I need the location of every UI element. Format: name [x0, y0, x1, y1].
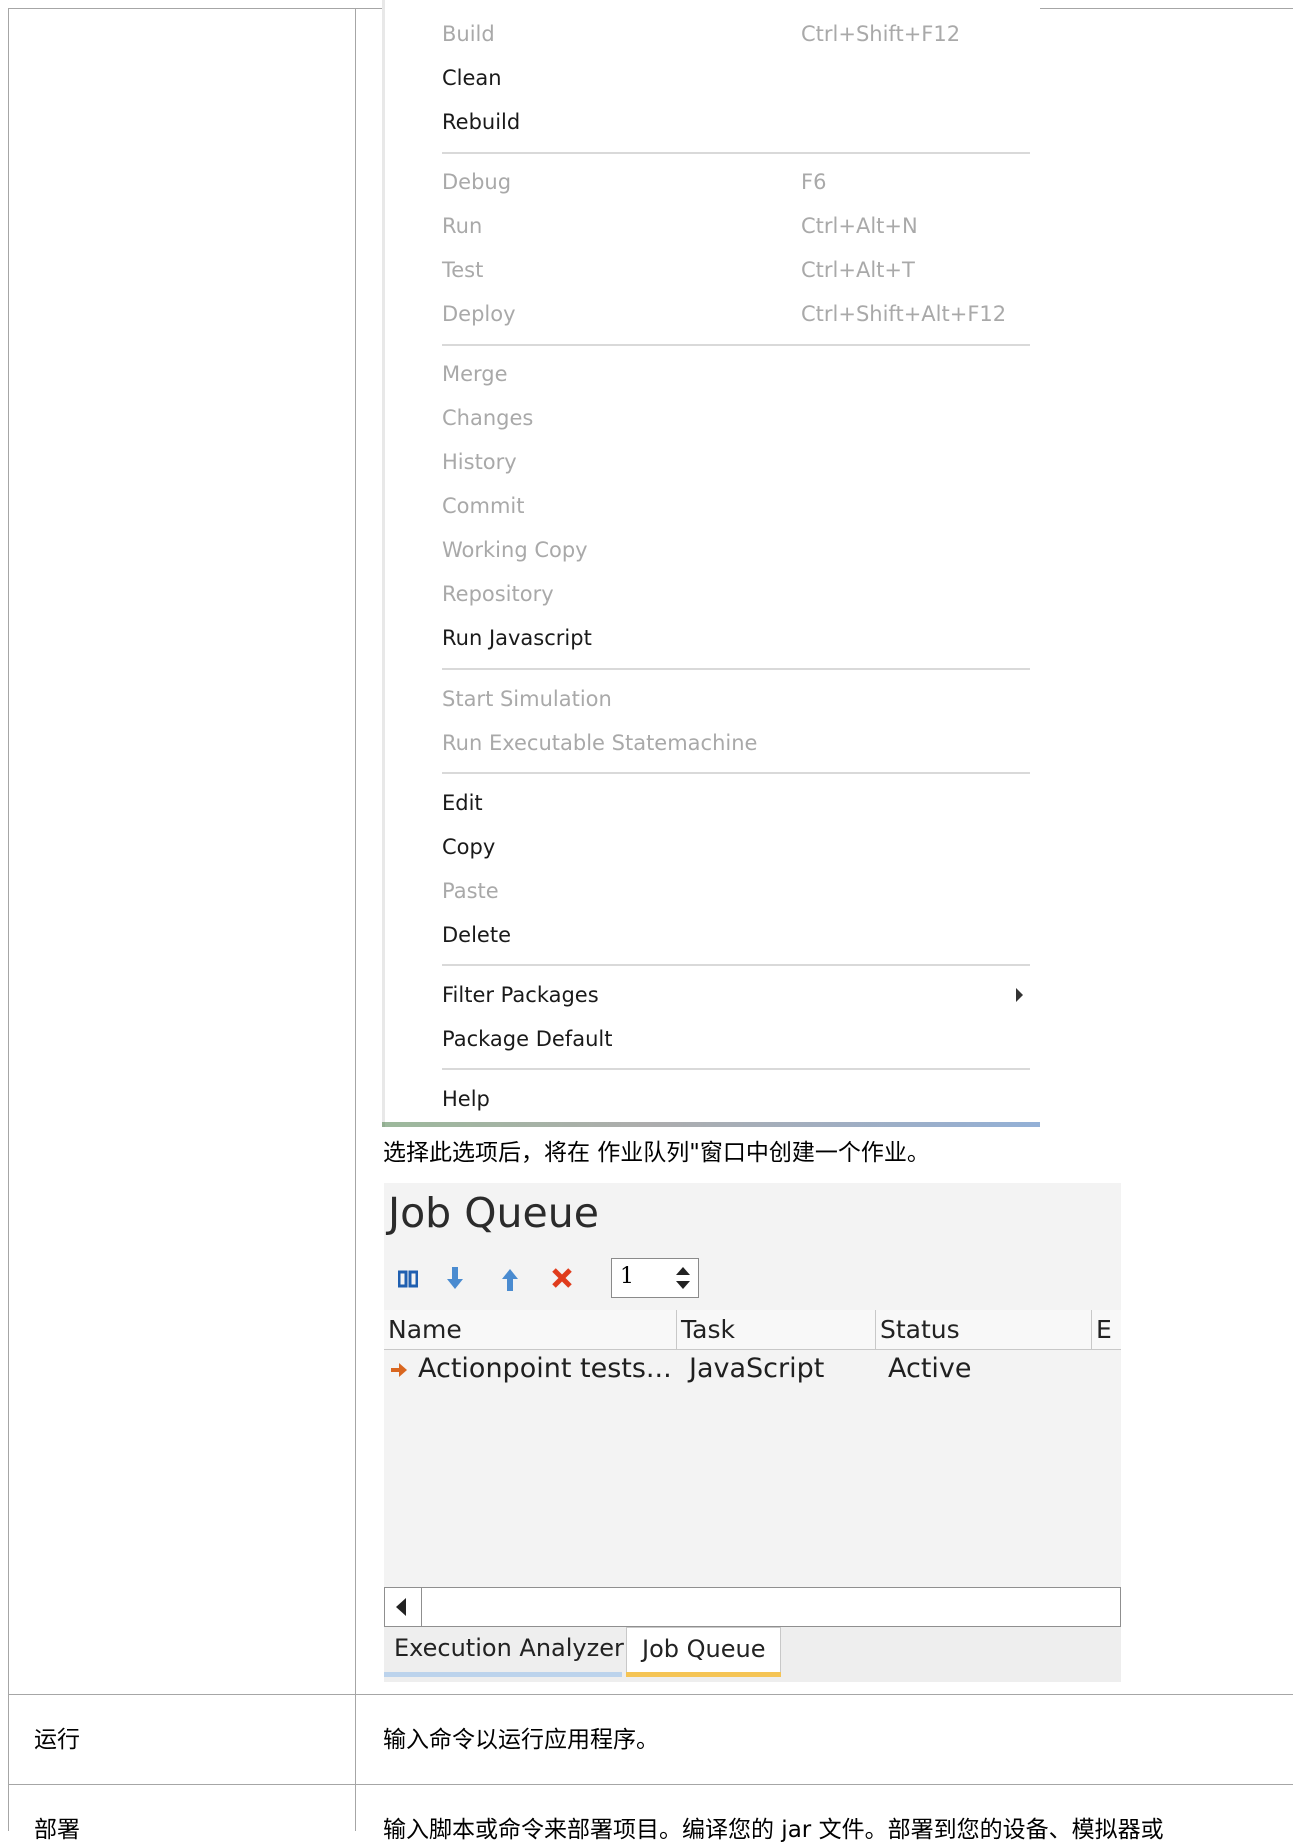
- panel-title: Job Queue: [388, 1189, 599, 1237]
- table-term-run: 运行: [34, 1727, 80, 1753]
- column-header-status[interactable]: Status: [876, 1310, 1092, 1350]
- menu-item-package-default[interactable]: Package Default: [442, 1026, 612, 1052]
- context-menu: Build Ctrl+Shift+F12 Clean Rebuild Debug…: [382, 0, 1040, 1127]
- menu-item-run-javascript[interactable]: Run Javascript: [442, 625, 592, 651]
- table-row-divider: [8, 1784, 1293, 1785]
- menu-item-paste: Paste: [442, 879, 499, 903]
- table-left-border: [8, 8, 9, 1831]
- table-description-deploy: 输入脚本或命令来部署项目。编译您的 jar 文件。部署到您的设备、模拟器或: [383, 1817, 1164, 1843]
- menu-item-start-simulation: Start Simulation: [442, 687, 612, 711]
- menu-item-delete[interactable]: Delete: [442, 922, 511, 948]
- job-queue-panel: Job Queue 1 Name Task Status E Actionpoi…: [384, 1183, 1121, 1682]
- horizontal-scrollbar[interactable]: [384, 1587, 1121, 1627]
- column-header-label: E: [1096, 1315, 1112, 1344]
- menu-shortcut-debug: F6: [801, 170, 827, 194]
- menu-item-deploy: Deploy: [442, 302, 516, 326]
- menu-separator: [442, 668, 1030, 670]
- spinner-value: 1: [620, 1264, 634, 1289]
- tab-job-queue[interactable]: Job Queue: [626, 1627, 781, 1677]
- table-description-run: 输入命令以运行应用程序。: [383, 1727, 659, 1753]
- tab-label: Execution Analyzer: [394, 1634, 624, 1662]
- menu-left-shadow: [382, 0, 385, 1127]
- menu-item-filter-packages[interactable]: Filter Packages: [442, 982, 599, 1008]
- current-job-arrow-icon: [390, 1362, 408, 1382]
- column-header-e[interactable]: E: [1092, 1310, 1121, 1350]
- tab-label: Job Queue: [642, 1635, 766, 1663]
- delete-x-icon[interactable]: [551, 1267, 573, 1296]
- scroll-left-button[interactable]: [385, 1588, 422, 1626]
- description-caption: 选择此选项后，将在 作业队列"窗口中创建一个作业。: [383, 1140, 930, 1166]
- job-task-cell: JavaScript: [689, 1353, 825, 1384]
- table-column-divider: [355, 8, 356, 1831]
- menu-shortcut-deploy: Ctrl+Shift+Alt+F12: [801, 302, 1007, 326]
- submenu-arrow-icon: [1016, 988, 1023, 1002]
- job-status-cell: Active: [888, 1353, 972, 1384]
- menu-item-working-copy: Working Copy: [442, 538, 588, 562]
- menu-item-test: Test: [442, 258, 484, 282]
- menu-bottom-edge: [382, 1122, 1040, 1127]
- menu-item-edit[interactable]: Edit: [442, 790, 483, 816]
- spinner-up-icon[interactable]: [676, 1267, 690, 1275]
- pause-icon[interactable]: [397, 1269, 419, 1295]
- tab-underline: [384, 1672, 622, 1677]
- column-header-label: Task: [681, 1315, 735, 1344]
- menu-item-repository: Repository: [442, 582, 554, 606]
- menu-shortcut-run: Ctrl+Alt+N: [801, 214, 918, 238]
- menu-item-history: History: [442, 450, 517, 474]
- menu-separator: [442, 772, 1030, 774]
- menu-item-debug: Debug: [442, 170, 512, 194]
- menu-item-clean[interactable]: Clean: [442, 65, 502, 91]
- menu-item-merge: Merge: [442, 362, 508, 386]
- column-header-task[interactable]: Task: [677, 1310, 876, 1350]
- table-term-deploy: 部署: [34, 1817, 80, 1843]
- menu-item-build: Build: [442, 22, 495, 46]
- menu-item-run: Run: [442, 214, 483, 238]
- menu-separator: [442, 1068, 1030, 1070]
- column-header-label: Status: [880, 1315, 960, 1344]
- column-header-label: Name: [388, 1315, 462, 1344]
- job-name-cell: Actionpoint tests...: [418, 1353, 672, 1384]
- tab-strip: Execution Analyzer Job Queue: [384, 1627, 1121, 1682]
- menu-item-copy[interactable]: Copy: [442, 834, 495, 860]
- tab-active-underline: [626, 1672, 781, 1677]
- menu-shortcut-build: Ctrl+Shift+F12: [801, 22, 961, 46]
- menu-item-changes: Changes: [442, 406, 534, 430]
- menu-separator: [442, 152, 1030, 154]
- scroll-left-icon: [396, 1598, 406, 1616]
- table-row-divider: [8, 1694, 1293, 1695]
- menu-shortcut-test: Ctrl+Alt+T: [801, 258, 915, 282]
- tab-execution-analyzer[interactable]: Execution Analyzer: [384, 1627, 624, 1677]
- menu-item-commit: Commit: [442, 494, 525, 518]
- menu-item-rebuild[interactable]: Rebuild: [442, 109, 520, 135]
- menu-separator: [442, 344, 1030, 346]
- arrow-down-icon[interactable]: [446, 1265, 464, 1298]
- menu-item-help[interactable]: Help: [442, 1086, 490, 1112]
- menu-separator: [442, 964, 1030, 966]
- spinner-down-icon[interactable]: [676, 1281, 690, 1289]
- column-header-name[interactable]: Name: [384, 1310, 677, 1350]
- menu-item-run-executable-statemachine: Run Executable Statemachine: [442, 731, 758, 755]
- arrow-up-icon[interactable]: [501, 1267, 519, 1300]
- priority-spinner[interactable]: 1: [611, 1258, 699, 1298]
